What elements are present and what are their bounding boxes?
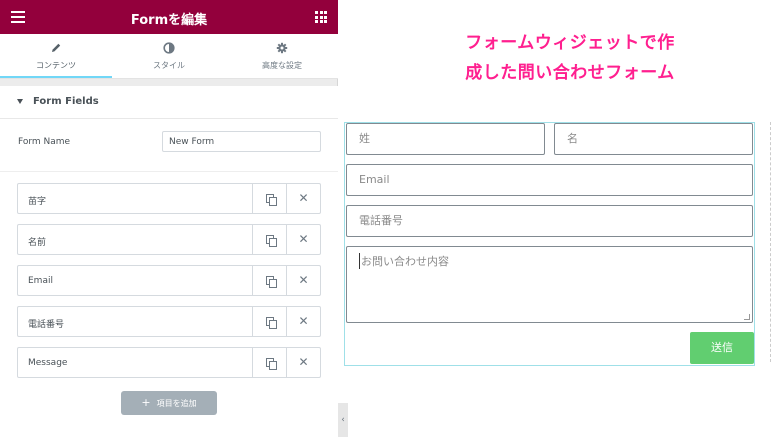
last-name-placeholder: 姓: [359, 132, 370, 145]
annotation-caption: フォームウィジェットで作 成した問い合わせフォーム: [360, 28, 779, 88]
editor-panel: Formを編集 コンテンツ スタイル 高度な設定 Form Fields For…: [0, 0, 338, 437]
email-placeholder: Email: [359, 173, 390, 186]
half-circle-icon: [163, 42, 175, 54]
remove-button[interactable]: ✕: [286, 225, 320, 254]
repeater-item[interactable]: 電話番号 ✕: [17, 306, 321, 337]
close-icon: ✕: [298, 273, 309, 287]
caret-down-icon: [17, 99, 23, 104]
repeater-item-label: Message: [28, 358, 68, 368]
tab-advanced[interactable]: 高度な設定: [226, 34, 338, 78]
first-name-input[interactable]: 名: [554, 123, 753, 155]
remove-button[interactable]: ✕: [286, 307, 320, 336]
email-input[interactable]: Email: [346, 164, 753, 196]
message-placeholder: お問い合わせ内容: [359, 253, 740, 269]
plus-icon: +: [141, 396, 151, 409]
collapse-panel-toggle[interactable]: ‹: [338, 403, 348, 437]
section-body: Form Name New Form 苗字 ✕ 名前 ✕ Email ✕ 電話番…: [0, 119, 338, 437]
tab-advanced-label: 高度な設定: [262, 61, 302, 70]
form-name-label: Form Name: [18, 137, 71, 147]
duplicate-button[interactable]: [252, 266, 286, 295]
column-guide: [770, 122, 771, 362]
repeater-item-label: 苗字: [28, 197, 47, 207]
gear-icon: [276, 42, 288, 54]
repeater-item-label: Email: [28, 276, 53, 286]
remove-button[interactable]: ✕: [286, 184, 320, 213]
close-icon: ✕: [298, 314, 309, 328]
panel-header: Formを編集: [0, 0, 338, 34]
first-name-placeholder: 名: [567, 132, 578, 145]
pencil-icon: [52, 43, 61, 52]
close-icon: ✕: [298, 355, 309, 369]
section-title: Form Fields: [33, 96, 99, 107]
duplicate-icon: [266, 194, 277, 206]
last-name-input[interactable]: 姓: [346, 123, 545, 155]
duplicate-icon: [266, 235, 277, 247]
form-widget-outline: [344, 122, 755, 366]
duplicate-icon: [266, 317, 277, 329]
repeater-item[interactable]: 名前 ✕: [17, 224, 321, 255]
repeater-item-label: 電話番号: [28, 320, 65, 330]
resize-handle-icon[interactable]: [744, 314, 750, 320]
add-item-button[interactable]: + 項目を追加: [121, 391, 217, 415]
form-fields-section-header[interactable]: Form Fields: [0, 86, 338, 119]
phone-input[interactable]: 電話番号: [346, 205, 753, 237]
duplicate-icon: [266, 276, 277, 288]
panel-tabs: コンテンツ スタイル 高度な設定: [0, 34, 338, 79]
panel-title: Formを編集: [130, 13, 208, 28]
repeater-item[interactable]: 苗字 ✕: [17, 183, 321, 214]
remove-button[interactable]: ✕: [286, 348, 320, 377]
duplicate-icon: [266, 358, 277, 370]
widgets-grid-icon[interactable]: [315, 11, 327, 23]
phone-placeholder: 電話番号: [359, 214, 403, 227]
divider: [0, 171, 338, 172]
caption-line-1: フォームウィジェットで作: [465, 33, 675, 53]
add-item-label: 項目を追加: [156, 399, 197, 408]
tab-content-label: コンテンツ: [36, 61, 76, 70]
duplicate-button[interactable]: [252, 348, 286, 377]
submit-button[interactable]: 送信: [690, 332, 754, 364]
duplicate-button[interactable]: [252, 225, 286, 254]
form-name-input[interactable]: New Form: [162, 131, 321, 152]
repeater-item[interactable]: Message ✕: [17, 347, 321, 378]
duplicate-button[interactable]: [252, 184, 286, 213]
tab-style[interactable]: スタイル: [113, 34, 225, 78]
repeater-item-label: 名前: [28, 238, 47, 248]
message-textarea[interactable]: お問い合わせ内容: [346, 246, 753, 323]
remove-button[interactable]: ✕: [286, 266, 320, 295]
close-icon: ✕: [298, 191, 309, 205]
repeater-item[interactable]: Email ✕: [17, 265, 321, 296]
duplicate-button[interactable]: [252, 307, 286, 336]
tab-content[interactable]: コンテンツ: [0, 34, 112, 78]
close-icon: ✕: [298, 232, 309, 246]
tab-style-label: スタイル: [153, 61, 185, 70]
caption-line-2: 成した問い合わせフォーム: [465, 63, 675, 83]
